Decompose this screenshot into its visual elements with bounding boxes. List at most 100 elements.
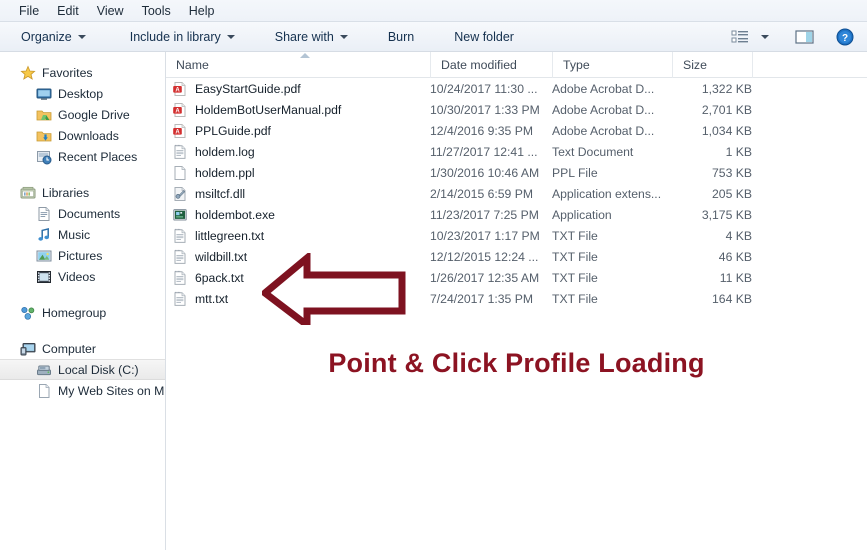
sidebar-group-label: Homegroup [42,305,107,320]
file-name-cell[interactable]: msiltcf.dll [172,186,245,202]
share-with-button[interactable]: Share with [266,26,357,48]
svg-text:A: A [175,129,180,135]
file-date-cell: 10/24/2017 11:30 ... [430,81,538,96]
text-icon [174,228,186,243]
file-type-cell: TXT File [552,270,598,285]
pictures-icon [36,248,52,264]
file-name-cell[interactable]: 6pack.txt [172,270,244,286]
menu-item-file[interactable]: File [10,2,48,20]
column-header-row: Name Date modified Type Size [166,52,867,78]
column-header-name[interactable]: Name [166,52,430,78]
sidebar-group-label: Favorites [42,65,93,80]
file-size-cell: 11 KB [719,270,752,285]
libraries-icon [20,185,36,201]
table-row[interactable]: wildbill.txt 12/12/2015 12:24 ... TXT Fi… [166,246,867,267]
sidebar-item-label: Videos [58,269,96,284]
sidebar-item-label: Pictures [58,248,103,263]
sidebar-item-desktop[interactable]: Desktop [0,83,165,104]
chevron-down-icon [77,34,86,39]
sidebar-group-libraries[interactable]: Libraries [0,182,165,203]
file-name-label: PPLGuide.pdf [195,123,271,138]
sidebar-item-videos[interactable]: Videos [0,266,165,287]
column-header-type[interactable]: Type [552,52,672,78]
table-row[interactable]: A EasyStartGuide.pdf 10/24/2017 11:30 ..… [166,78,867,99]
file-type-cell: PPL File [552,165,598,180]
chevron-down-icon [761,35,769,39]
sidebar-item-local-disk-c[interactable]: Local Disk (C:) [0,359,165,380]
column-header-date-modified[interactable]: Date modified [430,52,552,78]
new-folder-label: New folder [454,29,514,44]
file-name-cell[interactable]: littlegreen.txt [172,228,264,244]
burn-button[interactable]: Burn [379,26,423,48]
sidebar-item-music[interactable]: Music [0,224,165,245]
table-row[interactable]: 6pack.txt 1/26/2017 12:35 AM TXT File 11… [166,267,867,288]
menu-item-edit[interactable]: Edit [48,2,88,20]
sidebar-item-recent-places[interactable]: Recent Places [0,146,165,167]
file-name-cell[interactable]: A PPLGuide.pdf [172,123,271,139]
file-name-cell[interactable]: A HoldemBotUserManual.pdf [172,102,341,118]
menu-item-help[interactable]: Help [180,2,224,20]
pdf-icon: A [173,123,186,138]
homegroup-icon [20,305,36,321]
file-name-cell[interactable]: holdem.ppl [172,165,255,181]
file-name-label: 6pack.txt [195,270,244,285]
sidebar-group-favorites[interactable]: Favorites [0,62,165,83]
text-icon [174,291,186,306]
column-header-filler[interactable] [752,52,867,78]
column-header-size[interactable]: Size [672,52,752,78]
file-name-cell[interactable]: holdembot.exe [172,207,275,223]
preview-pane-button[interactable] [790,25,819,49]
table-row[interactable]: msiltcf.dll 2/14/2015 6:59 PM Applicatio… [166,183,867,204]
sidebar-item-label: Google Drive [58,107,130,122]
sidebar-group-homegroup[interactable]: Homegroup [0,302,165,323]
file-name-cell[interactable]: holdem.log [172,144,255,160]
table-row[interactable]: holdem.ppl 1/30/2016 10:46 AM PPL File 7… [166,162,867,183]
sidebar-group-computer[interactable]: Computer [0,338,165,359]
chevron-down-icon [339,34,348,39]
file-size-cell: 164 KB [712,291,752,306]
menu-item-view[interactable]: View [88,2,133,20]
table-row[interactable]: littlegreen.txt 10/23/2017 1:17 PM TXT F… [166,225,867,246]
navigation-pane[interactable]: Favorites Desktop Google Drive Downloads… [0,52,166,550]
view-options-dropdown[interactable] [756,31,774,43]
file-date-cell: 12/12/2015 12:24 ... [430,249,539,264]
organize-button[interactable]: Organize [12,26,95,48]
file-name-label: holdembot.exe [195,207,275,222]
preview-pane-icon [795,30,814,44]
svg-text:A: A [175,87,180,93]
sidebar-item-pictures[interactable]: Pictures [0,245,165,266]
file-name-label: msiltcf.dll [195,186,246,201]
file-size-cell: 46 KB [718,249,752,264]
file-list[interactable]: A EasyStartGuide.pdf 10/24/2017 11:30 ..… [166,78,867,340]
text-icon [174,249,186,264]
table-row[interactable]: holdembot.exe 11/23/2017 7:25 PM Applica… [166,204,867,225]
sidebar-item-my-web-sites[interactable]: My Web Sites on MS [0,380,165,401]
sidebar-item-documents[interactable]: Documents [0,203,165,224]
table-row[interactable]: A PPLGuide.pdf 12/4/2016 9:35 PM Adobe A… [166,120,867,141]
new-folder-button[interactable]: New folder [445,26,523,48]
blank-icon [174,165,186,180]
help-button[interactable]: ? [831,24,859,50]
file-size-cell: 3,175 KB [701,207,752,222]
table-row[interactable]: A HoldemBotUserManual.pdf 10/30/2017 1:3… [166,99,867,120]
file-size-cell: 1,034 KB [701,123,752,138]
file-date-cell: 2/14/2015 6:59 PM [430,186,533,201]
folder-green-icon [36,107,52,123]
menu-item-tools[interactable]: Tools [133,2,180,20]
exe-icon [173,208,187,220]
include-in-library-button[interactable]: Include in library [121,26,244,48]
text-icon [174,144,186,159]
table-row[interactable]: mtt.txt 7/24/2017 1:35 PM TXT File 164 K… [166,288,867,309]
sidebar-item-google-drive[interactable]: Google Drive [0,104,165,125]
file-name-cell[interactable]: wildbill.txt [172,249,247,265]
table-row[interactable]: holdem.log 11/27/2017 12:41 ... Text Doc… [166,141,867,162]
change-view-button[interactable] [726,25,754,49]
file-name-cell[interactable]: A EasyStartGuide.pdf [172,81,301,97]
sidebar-item-label: Recent Places [58,149,138,164]
sidebar-item-downloads[interactable]: Downloads [0,125,165,146]
file-name-cell[interactable]: mtt.txt [172,291,228,307]
file-name-label: HoldemBotUserManual.pdf [195,102,342,117]
text-icon [174,270,186,285]
